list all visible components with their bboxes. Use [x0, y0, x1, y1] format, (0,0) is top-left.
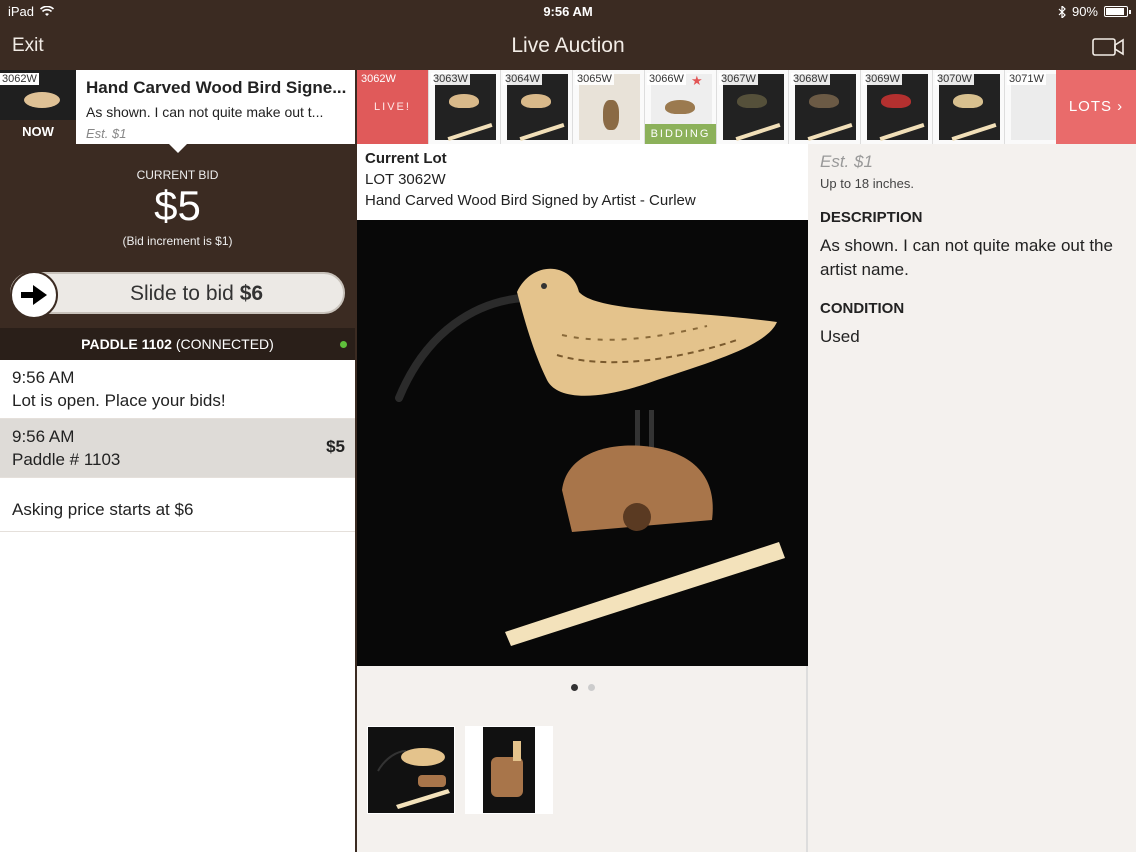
slide-to-bid-label: Slide to bid $6 — [60, 282, 333, 306]
lot-thumb-number: 3062W — [359, 73, 398, 85]
bird-image — [665, 100, 695, 114]
now-lot-title: Hand Carved Wood Bird Signe... — [86, 78, 347, 97]
now-lot-estimate: Est. $1 — [86, 126, 127, 141]
pager-dot-active[interactable] — [570, 684, 578, 691]
slide-to-bid-slider[interactable]: Slide to bid $6 — [10, 271, 345, 319]
lot-thumb-number: 3069W — [863, 73, 902, 85]
pager-dot[interactable] — [587, 684, 595, 691]
photo-pager[interactable] — [357, 684, 808, 691]
lot-thumb-3066w[interactable]: 3066W ★ BIDDING — [645, 70, 717, 144]
status-bar: iPad 9:56 AM 90% — [0, 0, 1136, 24]
left-panel: 3062W NOW Hand Carved Wood Bird Signe...… — [0, 70, 355, 852]
feed-text: Lot is open. Place your bids! — [12, 391, 226, 410]
lot-thumb-3070w[interactable]: 3070W — [933, 70, 1005, 144]
lot-thumb-number: 3071W — [1007, 73, 1046, 85]
star-icon: ★ — [691, 73, 703, 88]
photo-thumbnail-1[interactable] — [367, 726, 455, 814]
bird-image — [953, 94, 983, 108]
lot-estimate: Est. $1 — [820, 152, 873, 171]
lots-label: LOTS — [1068, 98, 1112, 115]
condition-heading: CONDITION — [820, 300, 905, 317]
paddle-status-bar: PADDLE 1102 (CONNECTED) — [0, 328, 355, 360]
current-lot-number: LOT 3062W — [365, 171, 446, 188]
slider-knob[interactable] — [10, 271, 58, 319]
lot-size: Up to 18 inches. — [820, 176, 914, 191]
now-lot-thumbnail: 3062W NOW — [0, 70, 76, 144]
bird-image — [603, 100, 619, 130]
arrow-right-icon — [21, 285, 47, 305]
bird-image — [737, 94, 767, 108]
lot-thumb-number: 3063W — [431, 73, 470, 85]
bluetooth-icon — [1058, 5, 1066, 18]
current-lot-title: Hand Carved Wood Bird Signed by Artist -… — [365, 192, 696, 209]
pointer-notch — [168, 143, 188, 153]
feed-text: Paddle # 1103 — [12, 450, 121, 469]
lot-info-panel: Est. $1 Up to 18 inches. DESCRIPTION As … — [810, 144, 1136, 852]
current-lot-heading: Current Lot — [365, 150, 447, 167]
feed-time: 9:56 AM — [12, 427, 75, 446]
current-lot-header: Current Lot LOT 3062W Hand Carved Wood B… — [357, 144, 808, 220]
lot-thumb-3064w[interactable]: 3064W — [501, 70, 573, 144]
bird-image — [809, 94, 839, 108]
live-badge: LIVE! — [374, 101, 411, 113]
description-text: As shown. I can not quite make out the a… — [820, 236, 1113, 279]
photo-thumbnail-2[interactable] — [465, 726, 553, 814]
bird-image — [881, 94, 911, 108]
lot-thumb-3069w[interactable]: 3069W — [861, 70, 933, 144]
lots-button[interactable]: LOTS › — [1056, 70, 1136, 144]
lot-thumb-number: 3064W — [503, 73, 542, 85]
bird-image — [449, 94, 479, 108]
paddle-number: PADDLE 1102 — [81, 336, 172, 352]
lot-detail-panel: Current Lot LOT 3062W Hand Carved Wood B… — [357, 144, 808, 852]
feed-item: 9:56 AM Paddle # 1103 $5 — [0, 419, 355, 478]
lot-thumb-number: 3067W — [719, 73, 758, 85]
now-lot-number: 3062W — [0, 73, 39, 85]
feed-bid-amount: $5 — [326, 437, 345, 456]
lot-thumb-number: 3068W — [791, 73, 830, 85]
asking-price: Asking price starts at $6 — [0, 478, 355, 532]
bid-increment: (Bid increment is $1) — [122, 234, 233, 248]
page-title: Live Auction — [511, 34, 625, 57]
bird-image — [521, 94, 551, 108]
paddle-connection-status: (CONNECTED) — [175, 336, 274, 352]
slide-text: Slide to bid — [129, 282, 234, 305]
curlew-bird-image — [395, 268, 785, 646]
bird-image — [24, 92, 60, 108]
battery-percent: 90% — [1071, 4, 1098, 19]
lot-thumb-3065w[interactable]: 3065W — [573, 70, 645, 144]
current-bid-panel: CURRENT BID $5 (Bid increment is $1) Sli… — [0, 143, 355, 328]
lot-thumb-3067w[interactable]: 3067W — [717, 70, 789, 144]
lot-thumb-number: 3065W — [575, 73, 614, 85]
lot-thumbnail-strip[interactable]: 3062W LIVE! 3063W 3064W 3065W 3066W ★ BI… — [357, 70, 1136, 144]
slide-amount: $6 — [239, 282, 264, 305]
bidding-badge: BIDDING — [645, 124, 716, 144]
now-badge: NOW — [0, 120, 76, 144]
battery-icon — [1104, 6, 1131, 17]
now-lot-description: As shown. I can not quite make out t... — [86, 104, 324, 120]
nav-bar: Exit Live Auction — [0, 24, 1136, 70]
current-bid-amount: $5 — [154, 182, 201, 229]
current-bid-label: CURRENT BID — [136, 168, 219, 182]
lot-thumb-number: 3070W — [935, 73, 974, 85]
bid-feed: 9:56 AM Lot is open. Place your bids! 9:… — [0, 360, 355, 532]
chevron-right-icon: › — [1117, 98, 1124, 115]
status-time: 9:56 AM — [543, 4, 593, 19]
main-lot-photo[interactable] — [357, 220, 808, 666]
feed-time: 9:56 AM — [12, 368, 75, 387]
condition-text: Used — [820, 327, 860, 346]
photo-thumbnail-image — [483, 727, 535, 813]
description-heading: DESCRIPTION — [820, 209, 923, 226]
photo-thumbnail-image — [368, 727, 454, 813]
connected-indicator — [340, 341, 347, 348]
lot-thumb-3068w[interactable]: 3068W — [789, 70, 861, 144]
lot-thumb-number: 3066W — [647, 73, 686, 85]
lot-thumb-3062w[interactable]: 3062W LIVE! — [357, 70, 429, 144]
now-lot-card[interactable]: 3062W NOW Hand Carved Wood Bird Signe...… — [0, 70, 355, 144]
video-camera-icon[interactable] — [1092, 37, 1124, 57]
feed-item: 9:56 AM Lot is open. Place your bids! — [0, 360, 355, 419]
lot-thumb-3063w[interactable]: 3063W — [429, 70, 501, 144]
